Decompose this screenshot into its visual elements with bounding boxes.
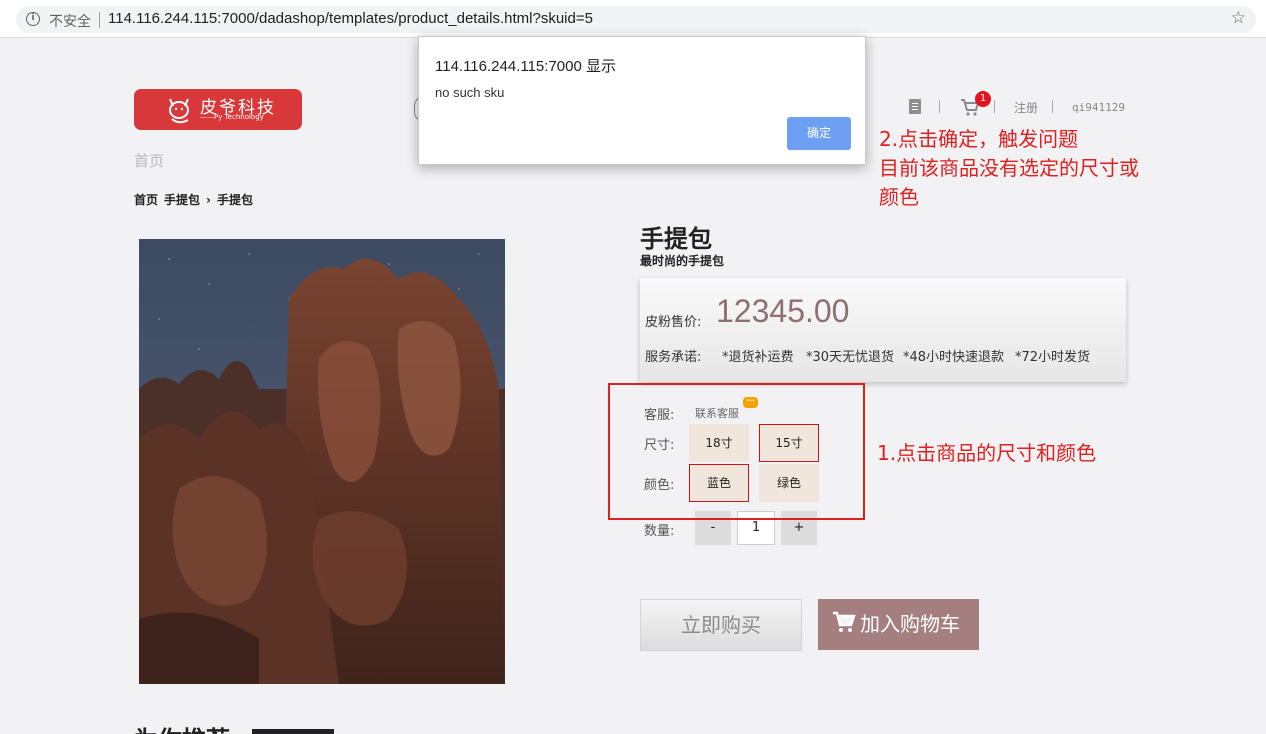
breadcrumb: 首页 手提包 › 手提包 bbox=[134, 191, 259, 208]
cat-logo-icon bbox=[169, 98, 189, 124]
security-label: 不安全 bbox=[49, 14, 91, 30]
price-panel: 皮粉售价: 12345.00 服务承诺: *退货补运费 *30天无忧退货 *48… bbox=[640, 278, 1126, 382]
address-divider bbox=[99, 12, 100, 28]
promise-label: 服务承诺: bbox=[645, 350, 702, 365]
bookmark-star-icon[interactable]: ☆ bbox=[1231, 8, 1246, 28]
annotation-note-2: 2.点击确定，触发问题 目前该商品没有选定的尺寸或 颜色 bbox=[879, 125, 1139, 212]
price-value: 12345.00 bbox=[716, 293, 850, 329]
promise-item: *退货补运费 bbox=[722, 350, 794, 365]
quantity-label: 数量: bbox=[644, 524, 675, 539]
annotation-box-options bbox=[608, 383, 865, 520]
buy-now-button[interactable]: 立即购买 bbox=[640, 599, 802, 651]
dialog-ok-button[interactable]: 确定 bbox=[787, 117, 851, 150]
breadcrumb-current: 手提包 bbox=[216, 193, 253, 207]
annotation-note-2-line: 目前该商品没有选定的尺寸或 bbox=[879, 156, 1139, 180]
username-link[interactable]: qi941129 bbox=[1072, 101, 1125, 114]
annotation-note-2-line: 颜色 bbox=[879, 185, 919, 209]
register-link[interactable]: 注册 bbox=[1014, 99, 1038, 116]
breadcrumb-home[interactable]: 首页 bbox=[134, 193, 158, 207]
orders-icon[interactable] bbox=[909, 99, 921, 114]
header-divider bbox=[1052, 100, 1053, 113]
price-label: 皮粉售价: bbox=[645, 315, 702, 330]
dialog-message: no such sku bbox=[435, 85, 505, 100]
dialog-title: 114.116.244.115:7000 显示 bbox=[435, 58, 616, 75]
breadcrumb-separator: › bbox=[206, 193, 211, 207]
promise-item: *30天无忧退货 bbox=[806, 350, 895, 365]
product-image bbox=[139, 239, 505, 684]
product-title: 手提包 bbox=[640, 225, 712, 253]
browser-toolbar: i 不安全 114.116.244.115:7000/dadashop/temp… bbox=[0, 0, 1266, 38]
cart-count-badge: 1 bbox=[975, 91, 991, 107]
recommend-tab[interactable] bbox=[252, 729, 334, 734]
address-bar[interactable]: i 不安全 114.116.244.115:7000/dadashop/temp… bbox=[16, 6, 1256, 33]
annotation-note-2-line: 2.点击确定，触发问题 bbox=[879, 127, 1079, 151]
promise-item: *72小时发货 bbox=[1015, 350, 1091, 365]
nav-home-link[interactable]: 首页 bbox=[134, 150, 164, 171]
breadcrumb-category[interactable]: 手提包 bbox=[164, 193, 200, 207]
url-text[interactable]: 114.116.244.115:7000/dadashop/templates/… bbox=[108, 10, 593, 27]
site-logo[interactable]: 皮爷科技 ——Py Technology bbox=[134, 89, 302, 130]
info-icon[interactable]: i bbox=[26, 12, 40, 26]
cart-icon bbox=[833, 611, 856, 632]
annotation-note-1: 1.点击商品的尺寸和颜色 bbox=[877, 441, 1097, 465]
promise-item: *48小时快速退款 bbox=[903, 350, 1005, 365]
product-subtitle: 最时尚的手提包 bbox=[640, 254, 725, 268]
add-to-cart-button[interactable]: 加入购物车 bbox=[818, 599, 979, 650]
header-divider bbox=[939, 100, 940, 113]
logo-subtitle: ——Py Technology bbox=[200, 113, 264, 121]
header-divider bbox=[994, 100, 995, 113]
add-to-cart-label: 加入购物车 bbox=[860, 612, 960, 636]
recommend-title: 为你推荐 bbox=[134, 720, 230, 734]
alert-dialog: 114.116.244.115:7000 显示 no such sku 确定 bbox=[418, 36, 866, 165]
